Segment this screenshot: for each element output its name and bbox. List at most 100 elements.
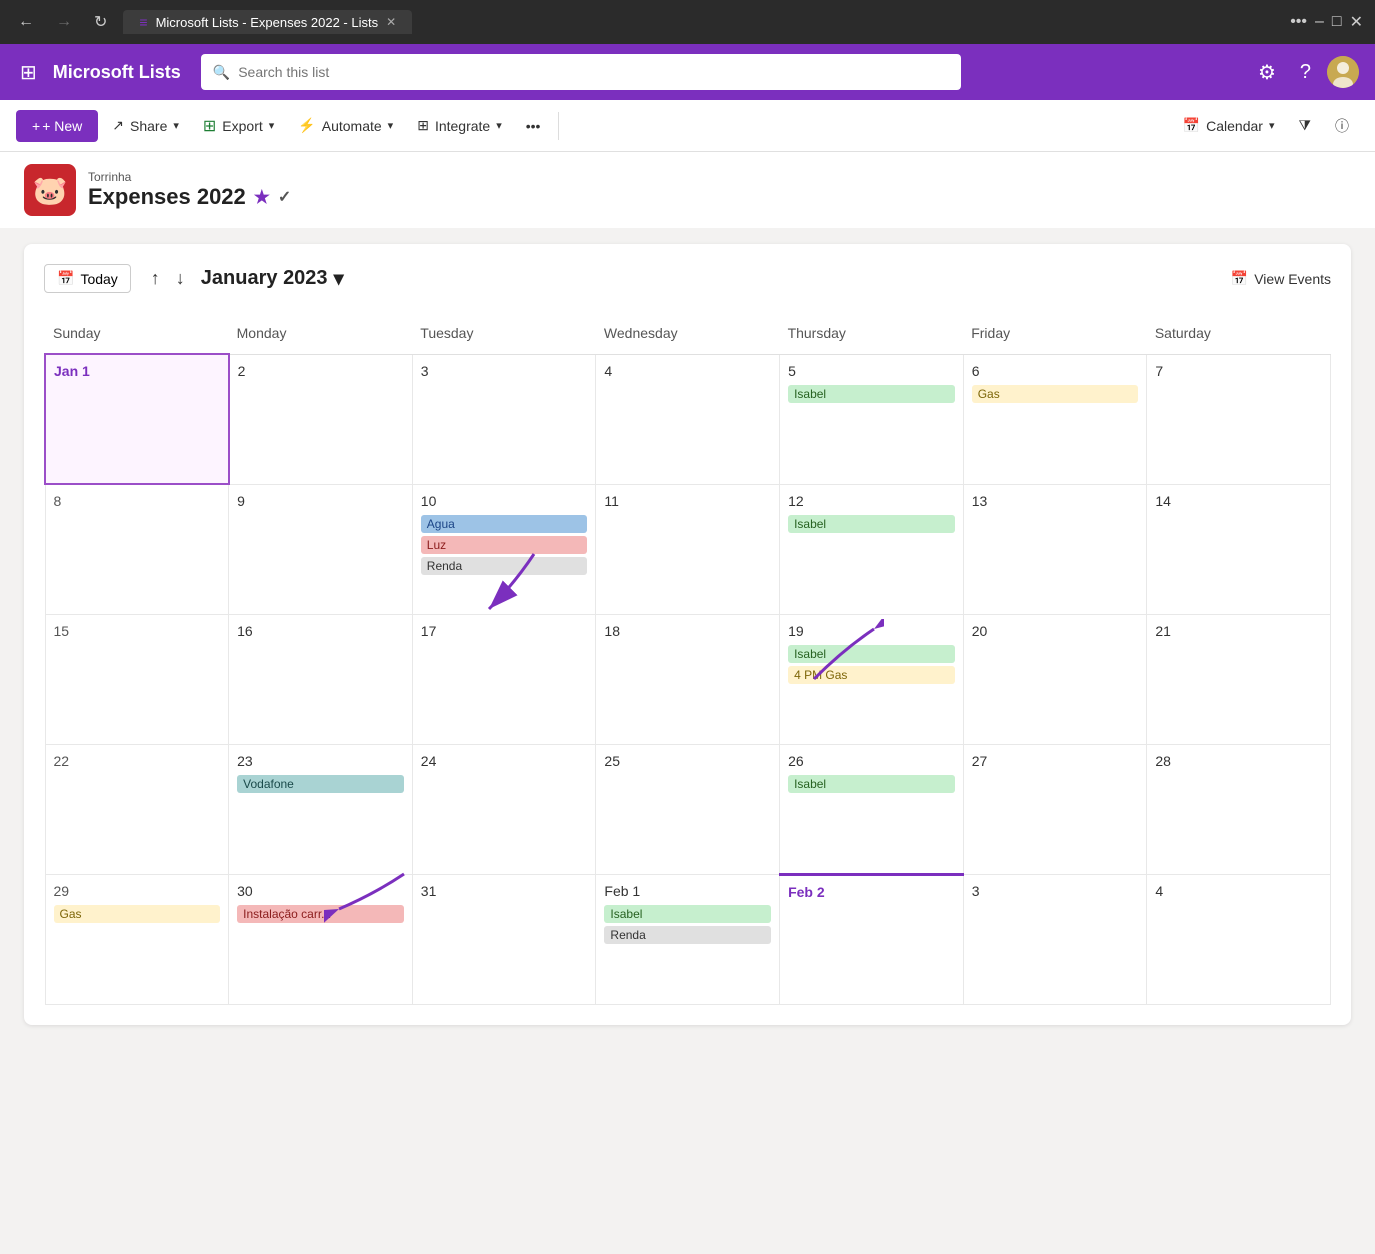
week-row: 8 9 10 Agua Luz Renda 11 12 Isabel bbox=[45, 484, 1331, 614]
view-events-icon: 📅 bbox=[1231, 270, 1248, 287]
more-button[interactable]: ••• bbox=[1290, 12, 1307, 32]
new-button[interactable]: + + New bbox=[16, 110, 98, 142]
share-chevron: ▾ bbox=[173, 119, 179, 132]
day-cell[interactable]: 12 Isabel bbox=[780, 484, 964, 614]
event-isabel[interactable]: Isabel bbox=[788, 645, 955, 663]
day-cell[interactable]: 16 bbox=[229, 614, 413, 744]
browser-bar: ← → ↻ ≡ Microsoft Lists - Expenses 2022 … bbox=[0, 0, 1375, 44]
export-label: Export bbox=[222, 118, 262, 134]
month-title-text: January 2023 bbox=[201, 267, 328, 290]
event-gas[interactable]: Gas bbox=[972, 385, 1139, 403]
browser-tab[interactable]: ≡ Microsoft Lists - Expenses 2022 - List… bbox=[123, 10, 412, 34]
share-button[interactable]: ↗ Share ▾ bbox=[102, 111, 189, 140]
day-cell[interactable]: Feb 1 Isabel Renda bbox=[596, 874, 780, 1004]
day-cell[interactable]: 3 bbox=[412, 354, 596, 484]
automate-button[interactable]: ⚡ Automate ▾ bbox=[288, 111, 403, 140]
help-button[interactable]: ? bbox=[1292, 57, 1319, 88]
grid-icon[interactable]: ⊞ bbox=[16, 56, 41, 89]
calendar-label: Calendar bbox=[1206, 118, 1263, 134]
day-number: 2 bbox=[238, 363, 404, 379]
day-cell[interactable]: 8 bbox=[45, 484, 229, 614]
more-options-button[interactable]: ••• bbox=[516, 112, 551, 140]
info-button[interactable]: ⓘ bbox=[1325, 110, 1359, 142]
forward-button[interactable]: → bbox=[50, 9, 78, 35]
event-isabel[interactable]: Isabel bbox=[788, 775, 955, 793]
event-isabel[interactable]: Isabel bbox=[788, 385, 955, 403]
event-instalacao[interactable]: Instalação carr... bbox=[237, 905, 404, 923]
restore-button[interactable]: □ bbox=[1332, 12, 1342, 32]
event-gas-pm[interactable]: 4 PM Gas bbox=[788, 666, 955, 684]
day-cell[interactable]: 7 bbox=[1147, 354, 1331, 484]
day-cell[interactable]: 22 bbox=[45, 744, 229, 874]
day-cell-feb2[interactable]: Feb 2 bbox=[780, 874, 964, 1004]
day-cell[interactable]: 29 Gas bbox=[45, 874, 229, 1004]
day-cell[interactable]: 27 bbox=[963, 744, 1147, 874]
day-cell[interactable]: 10 Agua Luz Renda bbox=[412, 484, 596, 614]
day-cell[interactable]: 3 bbox=[963, 874, 1147, 1004]
avatar[interactable] bbox=[1327, 56, 1359, 88]
list-info: Torrinha Expenses 2022 ★ ✓ bbox=[88, 170, 291, 210]
settings-button[interactable]: ⚙ bbox=[1250, 56, 1284, 89]
event-renda[interactable]: Renda bbox=[604, 926, 771, 944]
event-vodafone[interactable]: Vodafone bbox=[237, 775, 404, 793]
day-cell[interactable]: 17 bbox=[412, 614, 596, 744]
day-cell[interactable]: 14 bbox=[1147, 484, 1331, 614]
prev-month-button[interactable]: ↑ bbox=[143, 264, 168, 293]
calendar-button[interactable]: 📅 Calendar ▾ bbox=[1173, 111, 1285, 140]
view-events-label: View Events bbox=[1254, 271, 1331, 287]
integrate-label: Integrate bbox=[435, 118, 490, 134]
day-cell[interactable]: 4 bbox=[596, 354, 780, 484]
calendar-container: 📅 Today ↑ ↓ January 2023 ▾ 📅 View Events bbox=[0, 228, 1375, 1128]
day-number: 18 bbox=[604, 623, 771, 639]
month-title[interactable]: January 2023 ▾ bbox=[201, 266, 344, 291]
export-button[interactable]: ⊞ Export ▾ bbox=[193, 110, 284, 142]
filter-button[interactable]: ⧩ bbox=[1289, 111, 1322, 140]
tab-close[interactable]: ✕ bbox=[386, 15, 396, 29]
event-gas[interactable]: Gas bbox=[54, 905, 221, 923]
day-cell[interactable]: 19 Isabel 4 PM Gas bbox=[780, 614, 964, 744]
day-number: Feb 1 bbox=[604, 883, 771, 899]
day-cell[interactable]: 2 bbox=[229, 354, 413, 484]
day-cell[interactable]: Jan 1 bbox=[45, 354, 229, 484]
back-button[interactable]: ← bbox=[12, 9, 40, 35]
day-cell[interactable]: 13 bbox=[963, 484, 1147, 614]
next-month-button[interactable]: ↓ bbox=[168, 264, 193, 293]
day-cell[interactable]: 24 bbox=[412, 744, 596, 874]
calendar-grid: Sunday Monday Tuesday Wednesday Thursday… bbox=[44, 317, 1331, 1005]
day-cell[interactable]: 6 Gas bbox=[963, 354, 1147, 484]
minimize-button[interactable]: – bbox=[1315, 12, 1324, 32]
day-cell[interactable]: 26 Isabel bbox=[780, 744, 964, 874]
event-isabel[interactable]: Isabel bbox=[788, 515, 955, 533]
day-cell[interactable]: 31 bbox=[412, 874, 596, 1004]
day-cell[interactable]: 23 Vodafone bbox=[229, 744, 413, 874]
day-cell[interactable]: 21 bbox=[1147, 614, 1331, 744]
close-button[interactable]: ✕ bbox=[1350, 12, 1363, 32]
refresh-button[interactable]: ↻ bbox=[88, 8, 113, 36]
day-cell[interactable]: 11 bbox=[596, 484, 780, 614]
star-icon[interactable]: ★ bbox=[254, 187, 270, 208]
day-cell[interactable]: 28 bbox=[1147, 744, 1331, 874]
day-cell[interactable]: 5 Isabel bbox=[780, 354, 964, 484]
day-number: 4 bbox=[604, 363, 771, 379]
export-icon: ⊞ bbox=[203, 116, 216, 136]
check-icon[interactable]: ✓ bbox=[278, 187, 291, 207]
view-events-button[interactable]: 📅 View Events bbox=[1231, 270, 1331, 287]
event-isabel[interactable]: Isabel bbox=[604, 905, 771, 923]
day-cell[interactable]: 20 bbox=[963, 614, 1147, 744]
automate-chevron: ▾ bbox=[388, 119, 394, 132]
day-cell[interactable]: 30 Instalação carr... bbox=[229, 874, 413, 1004]
event-renda[interactable]: Renda bbox=[421, 557, 588, 575]
event-agua[interactable]: Agua bbox=[421, 515, 588, 533]
day-cell[interactable]: 18 bbox=[596, 614, 780, 744]
day-cell[interactable]: 4 bbox=[1147, 874, 1331, 1004]
day-number: 10 bbox=[421, 493, 588, 509]
day-cell[interactable]: 25 bbox=[596, 744, 780, 874]
more-options-icon: ••• bbox=[526, 118, 541, 134]
integrate-button[interactable]: ⊞ Integrate ▾ bbox=[407, 111, 512, 140]
day-cell[interactable]: 9 bbox=[229, 484, 413, 614]
day-cell[interactable]: 15 bbox=[45, 614, 229, 744]
search-input[interactable] bbox=[238, 64, 949, 80]
event-luz[interactable]: Luz bbox=[421, 536, 588, 554]
list-title-text: Expenses 2022 bbox=[88, 184, 246, 210]
today-button[interactable]: 📅 Today bbox=[44, 264, 131, 293]
